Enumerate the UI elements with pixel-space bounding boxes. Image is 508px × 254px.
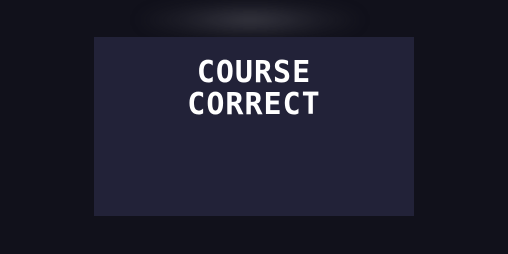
title-line-1: COURSE: [196, 55, 312, 90]
blurred-background-header: [140, 0, 360, 40]
game-canvas[interactable]: COURSE CORRECT: [94, 37, 414, 216]
title-line-2: CORRECT: [187, 87, 321, 122]
game-title-logo: COURSE CORRECT: [94, 57, 414, 121]
